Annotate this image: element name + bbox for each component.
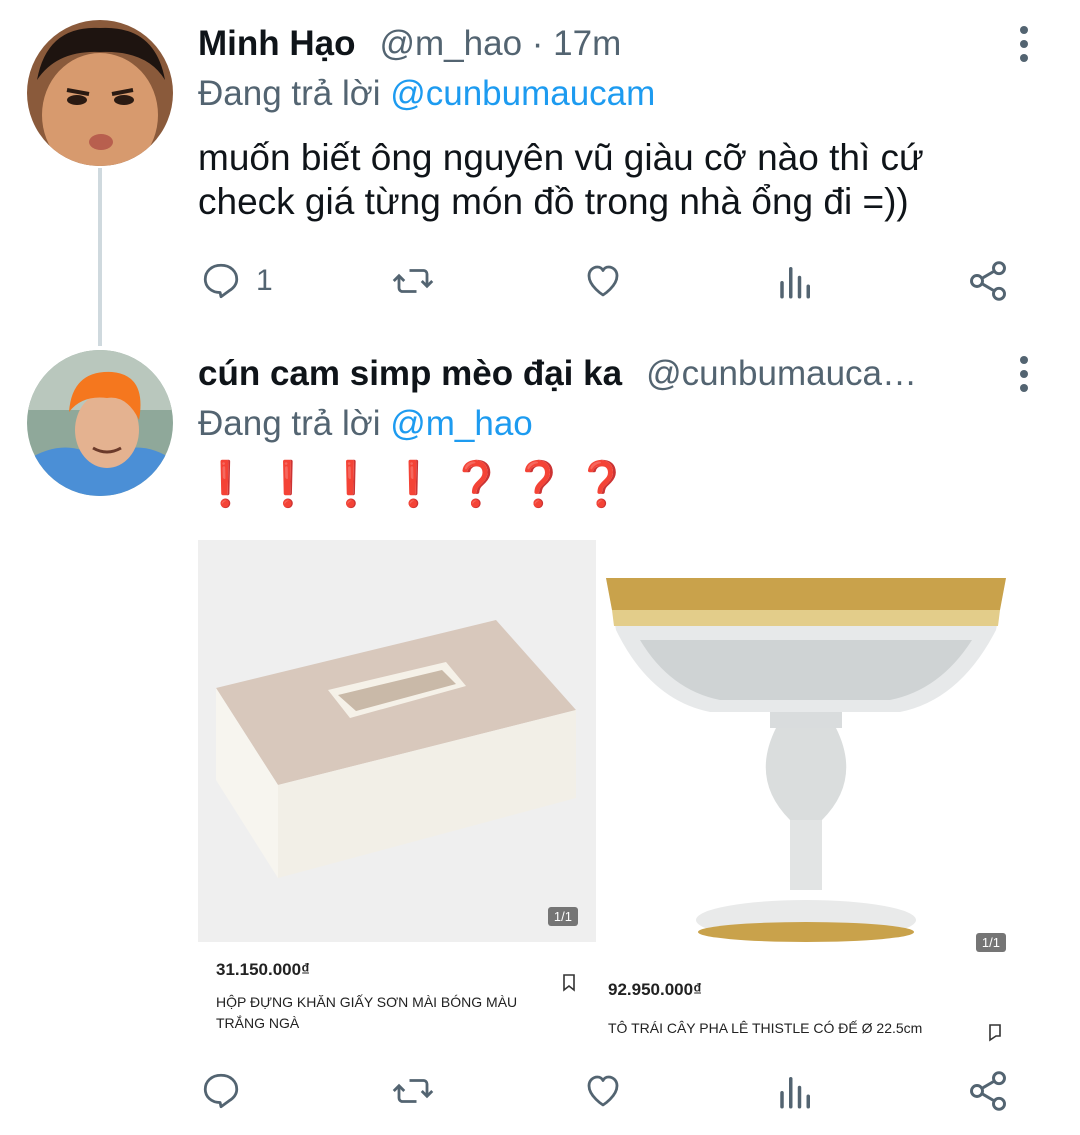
- tweet-1[interactable]: Minh Hạo @m_hao · 17m Đang trả lời @cunbu…: [198, 24, 1080, 314]
- tweet-actions: [198, 1066, 1038, 1116]
- reply-icon: [203, 1073, 239, 1109]
- retweet-icon: [392, 269, 434, 293]
- reply-label: Đang trả lời: [198, 74, 381, 113]
- tissue-box-photo: 1/1: [198, 540, 596, 942]
- tweet-text-emoji: ❗❗❗❗❓❓❓: [198, 460, 638, 509]
- product-price: 31.150.000₫: [216, 960, 310, 979]
- reply-mention-link[interactable]: @m_hao: [390, 404, 533, 443]
- retweet-button[interactable]: [390, 1066, 436, 1116]
- reply-count: 1: [256, 264, 273, 297]
- heart-icon: [587, 1075, 619, 1107]
- product-image-2[interactable]: 1/1 92.950.000₫ TÔ TRÁI CÂY PHA LÊ THIST…: [600, 540, 1012, 1050]
- reply-icon: [203, 263, 239, 299]
- heart-icon: [587, 265, 619, 297]
- product-name: TÔ TRÁI CÂY PHA LÊ THISTLE CÓ ĐẾ Ø 22.5c…: [608, 1020, 923, 1036]
- author-handle[interactable]: @cunbumauca…: [646, 354, 917, 393]
- image-pager: 1/1: [975, 933, 1006, 952]
- product-name: HỘP ĐỰNG KHĂN GIẤY SƠN MÀI BÓNG MÀU TRẮN…: [216, 994, 518, 1031]
- author-name[interactable]: cún cam simp mèo đại ka: [198, 354, 622, 393]
- author-name[interactable]: Minh Hạo: [198, 24, 355, 63]
- tweet-2[interactable]: cún cam simp mèo đại ka @cunbumauca… Đang…: [198, 354, 1080, 1124]
- share-button[interactable]: [966, 256, 1010, 306]
- image-pager: 1/1: [547, 907, 578, 926]
- more-options-icon[interactable]: [1016, 26, 1032, 66]
- bookmark-icon[interactable]: [562, 974, 576, 992]
- crystal-bowl-photo: 1/1: [600, 540, 1012, 952]
- retweet-icon: [392, 1079, 434, 1103]
- tweet-text: muốn biết ông nguyên vũ giàu cỡ nào thì …: [198, 137, 924, 222]
- reply-context: Đang trả lời @m_hao: [198, 404, 533, 444]
- reply-label: Đang trả lời: [198, 404, 381, 443]
- analytics-icon: [780, 267, 810, 299]
- product-price: 92.950.000₫: [608, 980, 702, 999]
- retweet-button[interactable]: [390, 256, 436, 306]
- bookmark-icon[interactable]: [988, 1024, 1002, 1042]
- tweet-actions: 1: [198, 256, 1038, 306]
- share-button[interactable]: [966, 1066, 1010, 1116]
- like-button[interactable]: [582, 256, 624, 306]
- tweet-header: cún cam simp mèo đại ka @cunbumauca…: [198, 354, 917, 394]
- reply-button[interactable]: 1: [200, 256, 273, 306]
- avatar-cun-cam[interactable]: [27, 350, 173, 496]
- more-options-icon[interactable]: [1016, 356, 1032, 396]
- analytics-icon: [780, 1077, 810, 1109]
- author-handle-time[interactable]: @m_hao · 17m: [379, 24, 621, 63]
- like-button[interactable]: [582, 1066, 624, 1116]
- share-icon: [970, 261, 1006, 301]
- product-image-1[interactable]: 1/1 31.150.000₫ HỘP ĐỰNG KHĂN GIẤY SƠN M…: [198, 540, 596, 1040]
- thread-connector-line: [98, 168, 102, 346]
- reply-button[interactable]: [200, 1066, 242, 1116]
- share-icon: [970, 1071, 1006, 1111]
- tweet-header: Minh Hạo @m_hao · 17m: [198, 24, 621, 64]
- reply-mention-link[interactable]: @cunbumaucam: [390, 74, 655, 113]
- views-button[interactable]: [776, 1066, 816, 1116]
- avatar-minh-hao[interactable]: [27, 20, 173, 166]
- reply-context: Đang trả lời @cunbumaucam: [198, 74, 655, 114]
- views-button[interactable]: [776, 256, 816, 306]
